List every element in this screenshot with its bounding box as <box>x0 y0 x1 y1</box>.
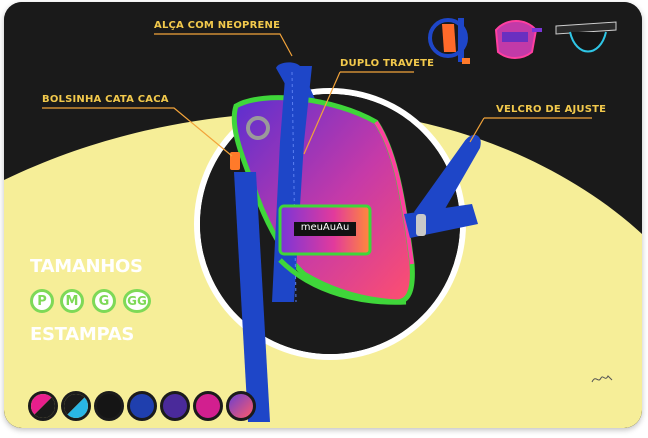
callout-pouch-label: BOLSINHA CATA CACA <box>42 94 169 105</box>
signature-mark <box>591 375 613 383</box>
thumbnail-black-harness[interactable] <box>550 12 622 66</box>
size-option-m[interactable]: M <box>60 289 84 313</box>
callout-bartack-label: DUPLO TRAVETE <box>340 58 435 69</box>
callout-strap-label: ALÇA COM NEOPRENE <box>154 20 281 31</box>
thumbnail-blue-harness[interactable] <box>424 12 482 66</box>
prints-title: ESTAMPAS <box>30 324 135 345</box>
swatch-purple[interactable] <box>160 391 190 421</box>
sizes-title: TAMANHOS <box>30 256 143 277</box>
callout-lines <box>42 33 592 157</box>
size-option-p[interactable]: P <box>30 289 54 313</box>
swatch-black-pink[interactable] <box>28 391 58 421</box>
swatch-magenta[interactable] <box>193 391 223 421</box>
swatch-blue[interactable] <box>127 391 157 421</box>
swatch-gradient[interactable] <box>226 391 256 421</box>
swatch-black-cyan[interactable] <box>61 391 91 421</box>
size-option-gg[interactable]: GG <box>123 289 151 313</box>
callout-velcro-label: VELCRO DE AJUSTE <box>496 104 607 115</box>
swatch-black[interactable] <box>94 391 124 421</box>
size-option-g[interactable]: G <box>92 289 116 313</box>
product-card: meuAuAu ALÇA COM NEOPRENE DUPLO TRAVETE … <box>4 2 642 428</box>
thumbnail-pink-harness[interactable] <box>486 12 544 66</box>
